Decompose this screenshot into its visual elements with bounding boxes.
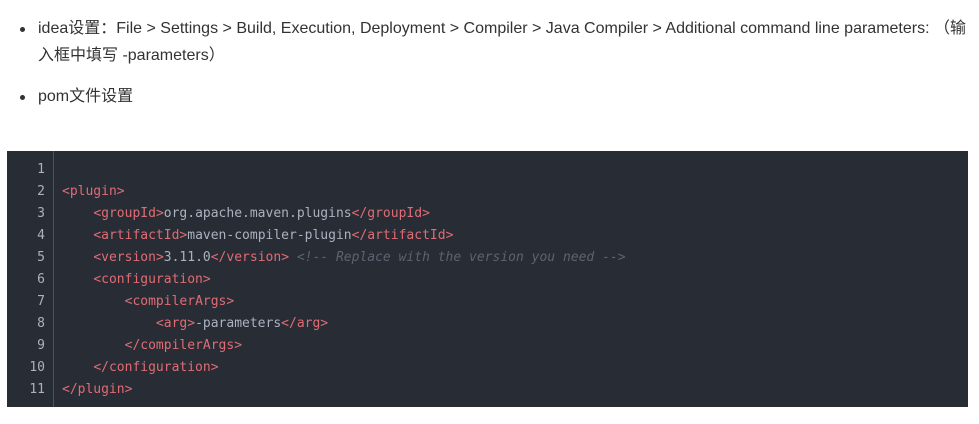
code-line: <artifactId>maven-compiler-plugin</artif… bbox=[62, 225, 453, 247]
code-text: maven-compiler-plugin bbox=[187, 228, 352, 243]
tag-bracket: > bbox=[202, 272, 211, 287]
code-block: 1 2 3 4 5 6 7 8 9 10 11 <plugin> <groupId>org.apac… bbox=[7, 151, 968, 407]
list-item-text-line-2: 入框中填写 -parameters） bbox=[38, 47, 225, 64]
code-line: </configuration> bbox=[62, 357, 219, 379]
code-comment: <!-- Replace with the version you need -… bbox=[296, 250, 626, 265]
tag-bracket: < bbox=[93, 272, 102, 287]
line-number: 2 bbox=[37, 184, 45, 199]
line-number: 6 bbox=[37, 272, 45, 287]
bullet-dot-icon bbox=[20, 95, 25, 100]
code-line: <groupId>org.apache.maven.plugins</group… bbox=[62, 203, 430, 225]
line-number: 8 bbox=[37, 316, 45, 331]
line-number: 11 bbox=[29, 382, 45, 397]
tag-name: arg bbox=[163, 316, 188, 331]
bullet-dot-icon bbox=[20, 27, 25, 32]
tag-bracket: > bbox=[210, 360, 219, 375]
tag-bracket: > bbox=[422, 206, 430, 221]
line-number: 3 bbox=[37, 206, 45, 221]
tag-name: compilerArgs bbox=[140, 338, 235, 353]
code-line: </compilerArgs> bbox=[62, 335, 242, 357]
tag-bracket: > bbox=[445, 228, 454, 243]
tag-bracket: </ bbox=[281, 316, 297, 331]
tag-name: groupId bbox=[101, 206, 156, 221]
tag-name: plugin bbox=[77, 382, 125, 397]
list-item: pom文件设置 bbox=[20, 84, 972, 112]
line-number: 7 bbox=[37, 294, 45, 309]
line-number: 4 bbox=[37, 228, 45, 243]
code-line: <configuration> bbox=[62, 269, 211, 291]
line-number: 5 bbox=[37, 250, 45, 265]
tag-bracket: </ bbox=[351, 228, 368, 243]
tag-bracket: < bbox=[155, 316, 164, 331]
tag-bracket: < bbox=[93, 250, 102, 265]
tag-bracket: </ bbox=[351, 206, 368, 221]
tag-name: plugin bbox=[69, 184, 117, 199]
tag-name: version bbox=[101, 250, 156, 265]
tag-bracket: </ bbox=[62, 382, 78, 397]
tag-bracket: </ bbox=[210, 250, 227, 265]
line-number-gutter: 1 2 3 4 5 6 7 8 9 10 11 bbox=[7, 151, 54, 407]
tag-bracket: > bbox=[155, 206, 164, 221]
tag-name: configuration bbox=[101, 272, 203, 287]
code-line: <plugin> bbox=[62, 181, 125, 203]
tag-name: configuration bbox=[108, 360, 211, 375]
tag-name: arg bbox=[296, 316, 321, 331]
list-item-text: pom文件设置 bbox=[38, 88, 134, 105]
code-line: <compilerArgs> bbox=[62, 291, 235, 313]
tag-bracket: < bbox=[62, 184, 70, 199]
code-text: org.apache.maven.plugins bbox=[163, 206, 352, 221]
code-text: 3.11.0 bbox=[163, 250, 211, 265]
tag-bracket: > bbox=[187, 316, 196, 331]
tag-bracket: > bbox=[116, 184, 125, 199]
tag-bracket: > bbox=[320, 316, 329, 331]
tag-bracket: < bbox=[93, 228, 102, 243]
tag-bracket: > bbox=[234, 338, 243, 353]
tag-name: groupId bbox=[367, 206, 423, 221]
tag-bracket: > bbox=[124, 382, 133, 397]
code-line: <version>3.11.0</version> <!-- Replace w… bbox=[62, 247, 626, 269]
list-item: idea设置：File > Settings > Build, Executio… bbox=[20, 16, 972, 72]
line-number: 1 bbox=[37, 162, 45, 177]
tag-bracket: > bbox=[155, 250, 164, 265]
code-text: -parameters bbox=[195, 316, 282, 331]
tag-name: artifactId bbox=[101, 228, 180, 243]
tag-name: compilerArgs bbox=[132, 294, 227, 309]
tag-bracket: </ bbox=[93, 360, 109, 375]
code-line: </plugin> bbox=[62, 379, 132, 401]
tag-bracket: < bbox=[93, 206, 102, 221]
list-item-text-line-1: idea设置：File > Settings > Build, Executio… bbox=[38, 20, 966, 37]
tag-bracket: </ bbox=[124, 338, 141, 353]
tag-bracket: > bbox=[226, 294, 235, 309]
tag-name: artifactId bbox=[367, 228, 446, 243]
tag-bracket: > bbox=[281, 250, 290, 265]
line-number: 10 bbox=[29, 360, 45, 375]
code-line: <arg>-parameters</arg> bbox=[62, 313, 328, 335]
tag-name: version bbox=[226, 250, 282, 265]
line-number: 9 bbox=[37, 338, 45, 353]
